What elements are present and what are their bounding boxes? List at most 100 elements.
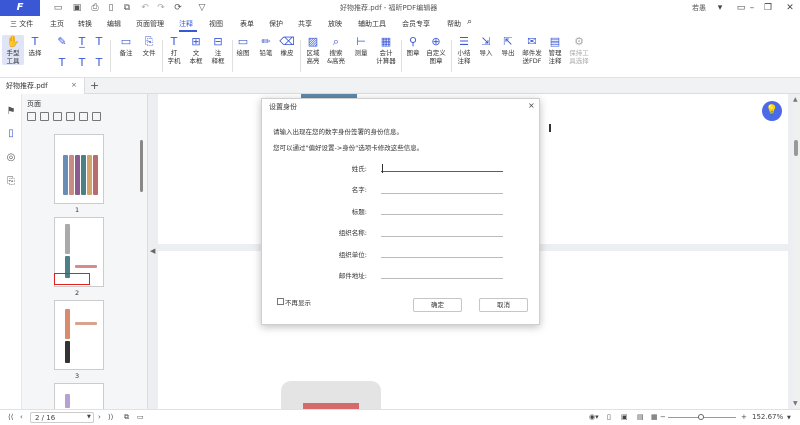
search-icon[interactable]: ⌕ — [467, 17, 472, 27]
page-thumbnail-1[interactable] — [54, 134, 104, 204]
scroll-down-icon[interactable]: ▼ — [793, 400, 798, 407]
user-name[interactable]: 若愚 — [692, 3, 706, 13]
email-input[interactable] — [381, 267, 503, 279]
page-properties-icon[interactable] — [92, 112, 101, 121]
zoom-level[interactable]: 152.67% — [752, 413, 783, 421]
menu-file[interactable]: 三 文件 — [10, 19, 33, 29]
underline-button[interactable]: T̲ — [74, 35, 88, 49]
read-mode-icon[interactable]: ◉▾ — [589, 413, 599, 421]
replace-text-button[interactable]: T — [74, 56, 88, 70]
comments-icon[interactable]: ◎ — [5, 152, 17, 164]
page-thumbnail-3[interactable] — [54, 300, 104, 370]
cancel-button[interactable]: 取消 — [479, 298, 528, 312]
note-button[interactable]: ▭ 备注 — [117, 35, 135, 57]
draw-shape-button[interactable]: ▭ 绘图 — [234, 35, 252, 57]
two-page-view-icon[interactable]: ▣ — [621, 413, 628, 421]
grid-view-icon[interactable]: ▦ — [651, 413, 658, 421]
print-icon[interactable]: ⎙ — [90, 3, 100, 13]
copy-icon[interactable]: ⧉ — [122, 3, 132, 13]
user-menu-icon[interactable]: ▾ — [713, 2, 727, 14]
page-dropdown-icon[interactable]: ▼ — [87, 414, 91, 420]
bookmark-icon[interactable]: ⚑ — [5, 106, 17, 118]
zoom-in-icon[interactable]: + — [741, 413, 747, 421]
calculator-button[interactable]: ▦ 会计 计算器 — [373, 35, 399, 65]
highlight-button[interactable]: ✎ — [54, 35, 68, 49]
menu-home[interactable]: 主页 — [50, 19, 64, 29]
menu-share[interactable]: 共享 — [298, 19, 312, 29]
measure-button[interactable]: ⊢ 测量 — [352, 35, 370, 57]
menu-page-manage[interactable]: 页面管理 — [136, 19, 164, 29]
single-page-icon[interactable]: ⧉ — [124, 413, 129, 422]
undo-icon[interactable]: ↶ — [140, 3, 150, 13]
menu-member[interactable]: 会员专享 — [402, 19, 430, 29]
organization-input[interactable] — [381, 225, 503, 237]
scroll-view-icon[interactable]: ▤ — [637, 413, 644, 421]
search-highlight-button[interactable]: ⌕ 搜索 &高亮 — [325, 35, 347, 65]
close-window-icon[interactable]: ✕ — [783, 2, 797, 14]
title-input[interactable] — [381, 203, 503, 215]
continuous-page-icon[interactable]: ▭ — [137, 413, 144, 421]
dont-show-again-checkbox[interactable] — [277, 298, 284, 305]
quick-access-dropdown-icon[interactable]: ⟳ — [173, 3, 183, 13]
file-attach-button[interactable]: ⎘ 文件 — [140, 35, 158, 57]
menu-help[interactable]: 帮助 — [447, 19, 461, 29]
insert-page-icon[interactable] — [27, 112, 36, 121]
maximize-icon[interactable]: ❐ — [761, 2, 775, 14]
menu-slideshow[interactable]: 放映 — [328, 19, 342, 29]
close-tab-icon[interactable]: × — [71, 81, 77, 89]
last-page-icon[interactable]: ⟩⟩ — [108, 413, 113, 421]
textbox-button[interactable]: ⊞ 文 本框 — [186, 35, 206, 65]
dialog-close-icon[interactable]: × — [528, 101, 535, 110]
single-view-icon[interactable]: ▯ — [607, 413, 611, 421]
page-thumbnails-icon[interactable]: ▯ — [5, 128, 17, 140]
summary-button[interactable]: ☰ 小结 注释 — [455, 35, 473, 65]
collapse-panel-icon[interactable]: ◀ — [150, 247, 155, 255]
custom-stamp-button[interactable]: ⊕ 自定义 图章 — [424, 35, 448, 65]
rotate-page-icon[interactable] — [53, 112, 62, 121]
manage-comments-button[interactable]: ▤ 管理 注释 — [546, 35, 564, 65]
typewriter-button[interactable]: T 打 字机 — [165, 35, 183, 65]
zoom-slider-handle[interactable] — [698, 414, 704, 420]
zoom-dropdown-icon[interactable]: ▼ — [787, 415, 791, 421]
replace-page-icon[interactable] — [79, 112, 88, 121]
insert-text-button[interactable]: T — [91, 56, 105, 70]
keep-tool-button[interactable]: ⚙ 保持工 具选择 — [567, 35, 591, 65]
new-doc-icon[interactable]: ▯ — [106, 3, 116, 13]
last-name-input[interactable] — [381, 160, 503, 172]
first-page-icon[interactable]: ⟨⟨ — [8, 413, 13, 421]
save-icon[interactable]: ▣ — [72, 3, 82, 13]
area-highlight-button[interactable]: ▨ 区域 高亮 — [303, 35, 323, 65]
next-page-icon[interactable]: › — [98, 413, 101, 421]
ok-button[interactable]: 确定 — [413, 298, 462, 312]
callout-button[interactable]: ⊟ 注 释框 — [208, 35, 228, 65]
thumbnail-scrollbar[interactable] — [140, 140, 143, 192]
strikeout-button[interactable]: T — [54, 56, 68, 70]
scrollbar-thumb[interactable] — [794, 140, 798, 156]
extract-page-icon[interactable] — [66, 112, 75, 121]
menu-form[interactable]: 表单 — [240, 19, 254, 29]
new-tab-icon[interactable]: + — [90, 79, 99, 92]
first-name-input[interactable] — [381, 182, 503, 194]
redo-icon[interactable]: ↷ — [156, 3, 166, 13]
hand-tool-button[interactable]: ✋ 手型 工具 — [2, 35, 24, 65]
page-number-input[interactable]: 2 / 16 ▼ — [30, 412, 94, 423]
import-button[interactable]: ⇲ 导入 — [477, 35, 495, 57]
menu-protect[interactable]: 保护 — [269, 19, 283, 29]
scroll-up-icon[interactable]: ▲ — [793, 96, 798, 103]
open-folder-icon[interactable]: ▭ — [53, 3, 63, 13]
eraser-button[interactable]: ⌫ 橡皮 — [278, 35, 296, 57]
export-button[interactable]: ⇱ 导出 — [499, 35, 517, 57]
attachment-icon[interactable]: ⎘ — [5, 176, 17, 188]
squiggly-button[interactable]: T — [91, 35, 105, 49]
customize-dropdown-icon[interactable]: ▽ — [197, 3, 207, 13]
prev-page-icon[interactable]: ‹ — [20, 413, 23, 421]
pencil-button[interactable]: ✏ 铅笔 — [257, 35, 275, 57]
menu-comment[interactable]: 注释 — [179, 19, 193, 29]
menu-edit[interactable]: 编辑 — [107, 19, 121, 29]
mail-fdf-button[interactable]: ✉ 邮件发 送FDF — [520, 35, 544, 65]
stamp-button[interactable]: ⚲ 图章 — [404, 35, 422, 57]
org-unit-input[interactable] — [381, 246, 503, 258]
delete-page-icon[interactable] — [40, 112, 49, 121]
menu-convert[interactable]: 转换 — [78, 19, 92, 29]
document-tab[interactable]: 好物推荐.pdf × — [0, 78, 85, 94]
